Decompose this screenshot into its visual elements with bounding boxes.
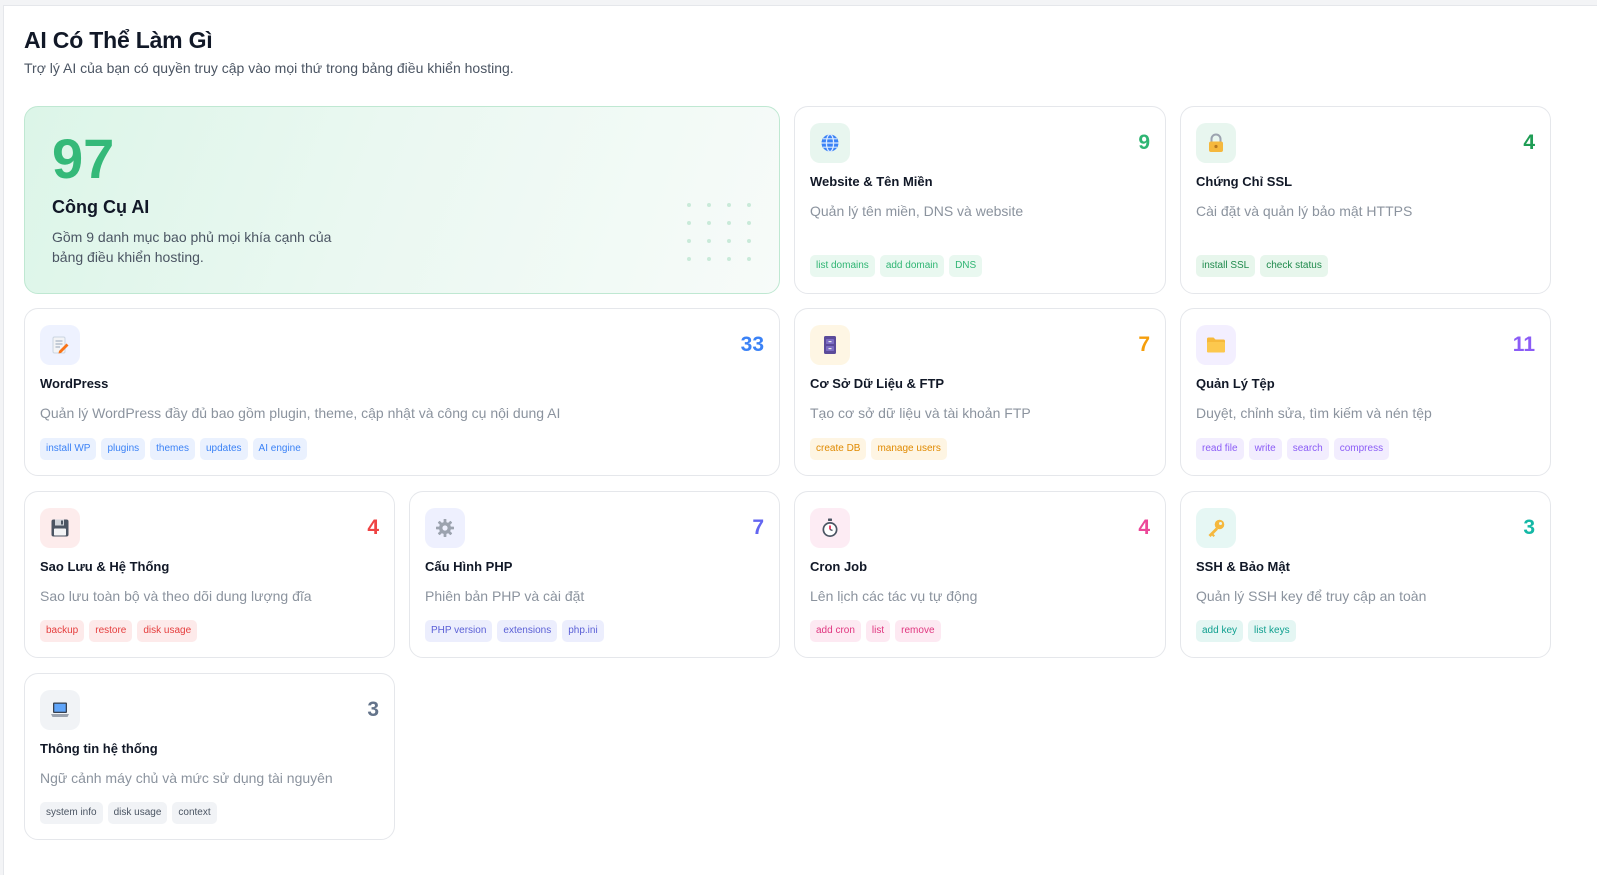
laptop-icon xyxy=(40,690,80,730)
tag: plugins xyxy=(101,438,146,460)
tag: context xyxy=(172,802,217,824)
category-title: Chứng Chỉ SSL xyxy=(1196,174,1293,189)
key-icon xyxy=(1196,508,1236,548)
category-tool-count: 7 xyxy=(752,516,764,539)
tag: php.ini xyxy=(562,620,604,642)
file-cabinet-icon xyxy=(810,325,850,365)
category-description: Quản lý WordPress đầy đủ bao gồm plugin,… xyxy=(40,405,561,421)
category-tags: create DB manage users xyxy=(810,438,947,460)
tag: restore xyxy=(89,620,133,642)
category-card-website[interactable]: 9 Website & Tên Miền Quản lý tên miền, D… xyxy=(794,106,1166,294)
tag: install WP xyxy=(40,438,97,460)
tag: disk usage xyxy=(137,620,198,642)
page-title: AI Có Thể Làm Gì xyxy=(24,27,213,53)
category-tags: system info disk usage context xyxy=(40,802,217,824)
category-card-ssl[interactable]: 4 Chứng Chỉ SSL Cài đặt và quản lý bảo m… xyxy=(1180,106,1551,294)
total-tools-description: Gồm 9 danh mục bao phủ mọi khía cạnh của… xyxy=(52,229,332,265)
tag: manage users xyxy=(871,438,947,460)
total-tools-count: 97 xyxy=(52,127,115,190)
ai-tools-summary-card: 97 Công Cụ AI Gồm 9 danh mục bao phủ mọi… xyxy=(24,106,780,294)
tag: add cron xyxy=(810,620,861,642)
category-tags: add key list keys xyxy=(1196,620,1296,642)
stopwatch-icon xyxy=(810,508,850,548)
tag: add key xyxy=(1196,620,1244,642)
folder-icon xyxy=(1196,325,1236,365)
category-title: Quản Lý Tệp xyxy=(1196,376,1275,391)
category-tool-count: 3 xyxy=(1523,516,1535,539)
category-description: Sao lưu toàn bộ và theo dõi dung lượng đ… xyxy=(40,588,312,604)
tag: AI engine xyxy=(252,438,307,460)
category-description: Duyệt, chỉnh sửa, tìm kiếm và nén tệp xyxy=(1196,405,1432,421)
category-title: Cron Job xyxy=(810,559,868,574)
tag: check status xyxy=(1260,255,1328,277)
category-description: Cài đặt và quản lý bảo mật HTTPS xyxy=(1196,203,1413,219)
category-tags: install WP plugins themes updates AI eng… xyxy=(40,438,307,460)
category-tags: backup restore disk usage xyxy=(40,620,198,642)
tag: list xyxy=(865,620,891,642)
tag: PHP version xyxy=(425,620,493,642)
category-card-ssh[interactable]: 3 SSH & Bảo Mật Quản lý SSH key để truy … xyxy=(1180,491,1551,658)
category-title: WordPress xyxy=(40,376,109,391)
tag: read file xyxy=(1196,438,1244,460)
category-card-files[interactable]: 11 Quản Lý Tệp Duyệt, chỉnh sửa, tìm kiế… xyxy=(1180,308,1551,476)
category-description: Ngữ cảnh máy chủ và mức sử dụng tài nguy… xyxy=(40,770,333,786)
tag: system info xyxy=(40,802,103,824)
category-description: Phiên bản PHP và cài đặt xyxy=(425,588,585,604)
total-tools-label: Công Cụ AI xyxy=(52,197,150,217)
category-tool-count: 4 xyxy=(367,516,379,539)
category-title: Website & Tên Miền xyxy=(810,174,933,189)
tag: search xyxy=(1286,438,1329,460)
category-title: Cơ Sở Dữ Liệu & FTP xyxy=(810,376,945,391)
category-card-backup[interactable]: 4 Sao Lưu & Hệ Thống Sao lưu toàn bộ và … xyxy=(24,491,395,658)
lock-icon xyxy=(1196,123,1236,163)
memo-icon xyxy=(40,325,80,365)
category-tool-count: 4 xyxy=(1138,516,1150,539)
page-subtitle: Trợ lý AI của bạn có quyền truy cập vào … xyxy=(24,60,514,76)
ai-capabilities-page: AI Có Thể Làm Gì Trợ lý AI của bạn có qu… xyxy=(3,5,1597,875)
category-card-database[interactable]: 7 Cơ Sở Dữ Liệu & FTP Tạo cơ sở dữ liệu … xyxy=(794,308,1166,476)
category-card-system-info[interactable]: 3 Thông tin hệ thống Ngữ cảnh máy chủ và… xyxy=(24,673,395,840)
category-card-wordpress[interactable]: 33 WordPress Quản lý WordPress đầy đủ ba… xyxy=(24,308,780,476)
decorative-dots xyxy=(687,203,753,261)
category-tool-count: 7 xyxy=(1138,333,1150,356)
tag: backup xyxy=(40,620,85,642)
tag: compress xyxy=(1333,438,1390,460)
tag: DNS xyxy=(949,255,983,277)
tag: updates xyxy=(199,438,248,460)
category-title: Thông tin hệ thống xyxy=(40,741,158,756)
category-title: Sao Lưu & Hệ Thống xyxy=(40,559,170,574)
tag: create DB xyxy=(810,438,867,460)
category-card-php[interactable]: 7 Cấu Hình PHP Phiên bản PHP và cài đặt … xyxy=(409,491,780,658)
category-tool-count: 11 xyxy=(1512,333,1535,356)
category-tags: read file write search compress xyxy=(1196,438,1390,460)
tag: extensions xyxy=(497,620,558,642)
globe-icon xyxy=(810,123,850,163)
category-tool-count: 4 xyxy=(1523,131,1535,154)
category-description: Quản lý SSH key để truy cập an toàn xyxy=(1196,588,1427,604)
tag: themes xyxy=(150,438,195,460)
category-tool-count: 9 xyxy=(1138,131,1150,154)
tag: write xyxy=(1248,438,1282,460)
category-tool-count: 3 xyxy=(367,698,379,721)
category-description: Lên lịch các tác vụ tự động xyxy=(810,588,978,604)
gear-icon xyxy=(425,508,465,548)
tag: add domain xyxy=(879,255,945,277)
category-tags: add cron list remove xyxy=(810,620,941,642)
tag: install SSL xyxy=(1196,255,1256,277)
category-tags: list domains add domain DNS xyxy=(810,255,983,277)
tag: remove xyxy=(895,620,941,642)
floppy-disk-icon xyxy=(40,508,80,548)
category-card-cron[interactable]: 4 Cron Job Lên lịch các tác vụ tự động a… xyxy=(794,491,1166,658)
category-tool-count: 33 xyxy=(740,333,764,356)
tag: list keys xyxy=(1248,620,1296,642)
tag: disk usage xyxy=(107,802,168,824)
tag: list domains xyxy=(810,255,875,277)
category-tags: install SSL check status xyxy=(1196,255,1328,277)
category-description: Quản lý tên miền, DNS và website xyxy=(810,203,1024,219)
category-tags: PHP version extensions php.ini xyxy=(425,620,604,642)
category-description: Tạo cơ sở dữ liệu và tài khoản FTP xyxy=(810,405,1031,421)
category-title: Cấu Hình PHP xyxy=(425,559,513,574)
category-title: SSH & Bảo Mật xyxy=(1196,559,1290,574)
